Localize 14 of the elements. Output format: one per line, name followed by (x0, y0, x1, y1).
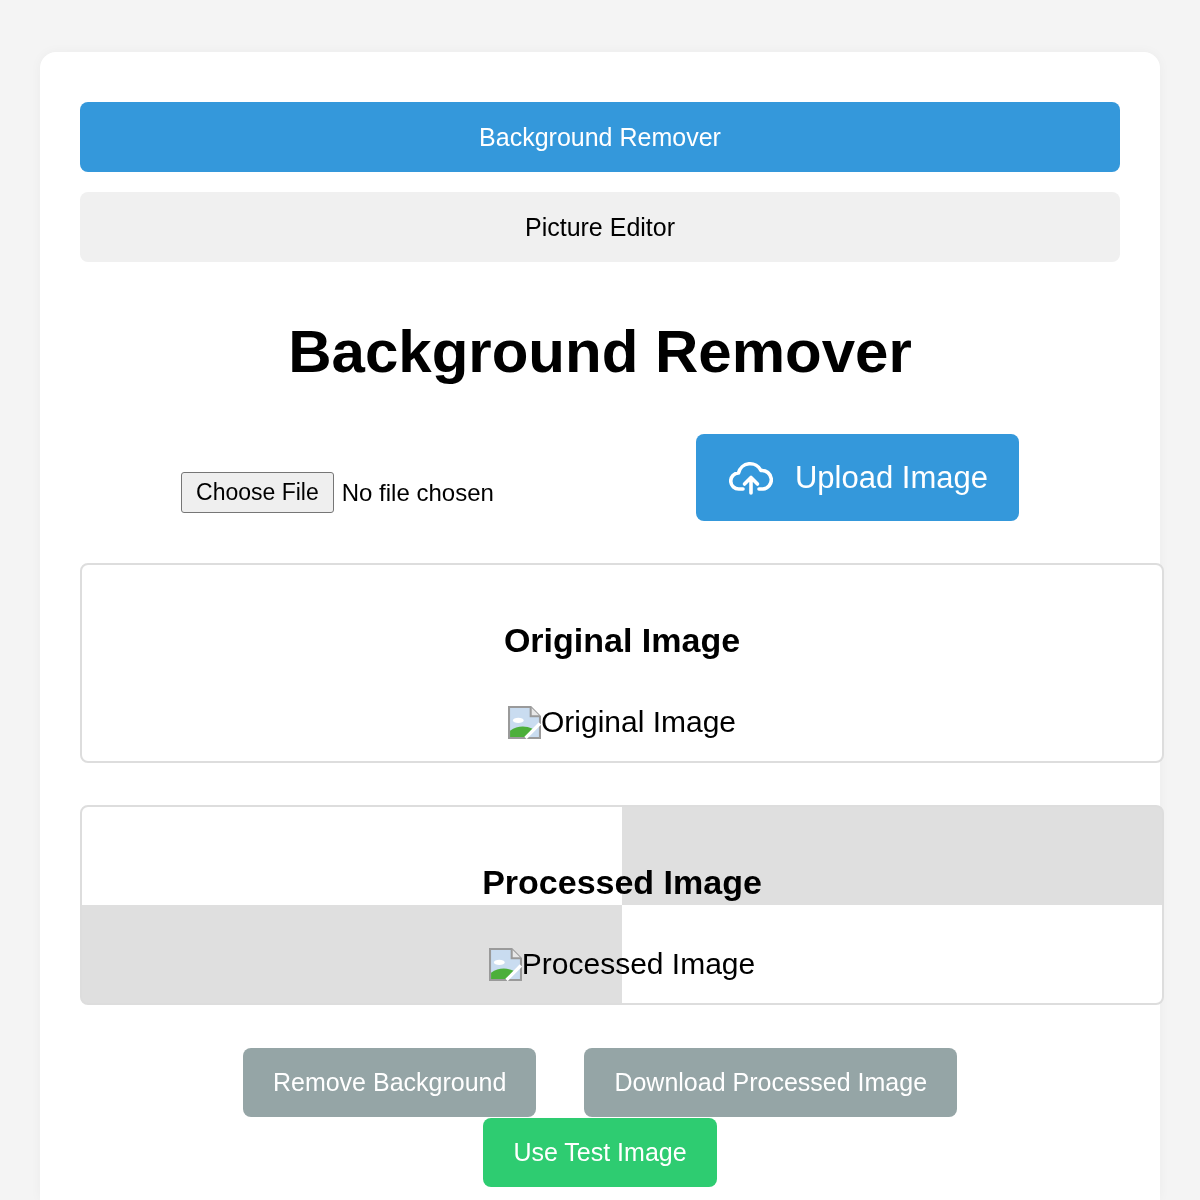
tab[interactable]: Picture Editor (80, 192, 1120, 262)
tab[interactable]: Background Remover (80, 102, 1120, 172)
file-status-text: No file chosen (341, 478, 494, 507)
page-title: Background Remover (287, 317, 913, 387)
image-alt-text: Processed Image (521, 947, 756, 981)
panel-heading: Processed Image (481, 862, 763, 903)
broken-image-icon (488, 947, 522, 981)
broken-image-icon (507, 705, 541, 739)
cloud-upload-icon (728, 460, 773, 495)
panel-heading: Original Image (502, 620, 742, 661)
upload-button[interactable]: Upload Image (695, 434, 1019, 521)
action-button[interactable]: Use Test Image (483, 1118, 717, 1187)
choose-file-button[interactable]: Choose File (181, 472, 334, 513)
image-alt-text: Original Image (540, 705, 737, 739)
